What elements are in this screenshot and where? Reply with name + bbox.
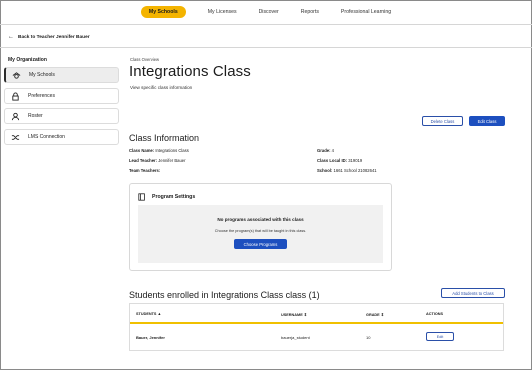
sidebar-item-label: Preferences — [28, 93, 55, 99]
lead-teacher-label: Lead Teacher: — [129, 158, 158, 163]
school-label: School: — [317, 168, 333, 173]
sidebar-item-label: My Schools — [29, 72, 55, 78]
nav-reports[interactable]: Reports — [301, 9, 319, 15]
grade-label: Grade: — [317, 148, 331, 153]
sort-asc-icon: ▲ — [157, 312, 162, 316]
sidebar-item-my-schools[interactable]: My Schools — [4, 67, 119, 83]
student-name: Bauer, Jennifer — [136, 335, 165, 340]
breadcrumb: Class Overview — [130, 57, 160, 62]
column-students-label: STUDENTS — [136, 312, 157, 316]
empty-state-text: Choose the program(s) that will be taugh… — [214, 229, 307, 233]
class-local-id-value: 319019 — [348, 158, 363, 163]
students-table: STUDENTS ▲ USERNAME ⇕ GRADE ⇕ ACTIONS Ba… — [129, 303, 504, 351]
column-username-label: USERNAME — [281, 313, 303, 317]
school-row: School: 1661 School 21082641 — [317, 168, 377, 173]
student-username: bauerja_student — [281, 335, 310, 340]
program-settings-title: Program Settings — [152, 194, 196, 200]
column-grade-label: GRADE — [366, 313, 380, 317]
nav-my-schools[interactable]: My Schools — [140, 6, 186, 18]
class-name-row: Class Name: Integrations Class — [129, 148, 189, 153]
lead-teacher-row: Lead Teacher: Jennifer Bauer — [129, 158, 186, 163]
class-name-label: Class Name: — [129, 148, 155, 153]
back-link[interactable]: ← Back to Teacher Jennifer Bauer — [8, 34, 90, 40]
table-header: STUDENTS ▲ USERNAME ⇕ GRADE ⇕ ACTIONS — [130, 304, 503, 324]
class-name-value: Integrations Class — [155, 148, 189, 153]
nav-professional-learning[interactable]: Professional Learning — [341, 9, 391, 15]
delete-class-button[interactable]: Delete Class — [422, 116, 463, 126]
back-link-label: Back to Teacher Jennifer Bauer — [18, 34, 90, 40]
choose-programs-button[interactable]: Choose Programs — [234, 239, 287, 249]
shuffle-icon — [10, 132, 20, 142]
team-teachers-label: Team Teachers: — [129, 168, 161, 173]
column-grade[interactable]: GRADE ⇕ — [366, 312, 384, 317]
nav-discover[interactable]: Discover — [259, 9, 279, 15]
header-divider — [0, 47, 532, 48]
school-value: 1661 School 21082641 — [333, 168, 377, 173]
column-students[interactable]: STUDENTS ▲ — [136, 312, 161, 316]
sort-icon: ⇕ — [303, 313, 307, 317]
lock-icon — [10, 91, 20, 101]
team-teachers-row: Team Teachers: — [129, 168, 160, 173]
grade-row: Grade: 4 — [317, 148, 334, 153]
add-students-button[interactable]: Add Students to Class — [441, 288, 505, 298]
person-icon — [10, 111, 20, 121]
class-local-id-label: Class Local ID: — [317, 158, 348, 163]
page-title: Integrations Class — [129, 63, 251, 80]
sidebar-title: My Organization — [8, 57, 47, 63]
program-settings-card: Program Settings No programs associated … — [129, 183, 392, 271]
grade-value: 4 — [331, 148, 335, 153]
lead-teacher-value: Jennifer Bauer — [158, 158, 186, 163]
edit-class-button[interactable]: Edit Class — [469, 116, 505, 126]
program-empty-state: No programs associated with this class C… — [138, 205, 383, 263]
edit-student-button[interactable]: Edit — [426, 332, 454, 341]
sidebar-item-label: LMS Connection — [28, 134, 65, 140]
column-actions: ACTIONS — [426, 312, 444, 316]
sidebar-item-roster[interactable]: Roster — [4, 108, 119, 124]
sort-icon: ⇕ — [380, 313, 384, 317]
column-username[interactable]: USERNAME ⇕ — [281, 312, 307, 317]
nav-my-licenses[interactable]: My Licenses — [208, 9, 237, 15]
program-settings-header: Program Settings — [138, 193, 195, 201]
arrow-left-icon: ← — [8, 34, 14, 40]
top-nav: My Schools My Licenses Discover Reports … — [0, 0, 532, 24]
class-local-id-row: Class Local ID: 319019 — [317, 158, 362, 163]
sidebar-item-lms-connection[interactable]: LMS Connection — [4, 129, 119, 145]
school-icon — [11, 70, 21, 80]
sidebar-item-preferences[interactable]: Preferences — [4, 88, 119, 104]
page-subtitle: View specific class information — [130, 85, 193, 90]
student-grade: 10 — [366, 335, 371, 340]
nav-divider — [0, 24, 532, 25]
empty-state-title: No programs associated with this class — [217, 217, 304, 222]
students-title: Students enrolled in Integrations Class … — [129, 290, 320, 300]
program-settings-icon — [138, 193, 145, 201]
class-info-title: Class Information — [129, 133, 200, 143]
sidebar-item-label: Roster — [28, 113, 43, 119]
